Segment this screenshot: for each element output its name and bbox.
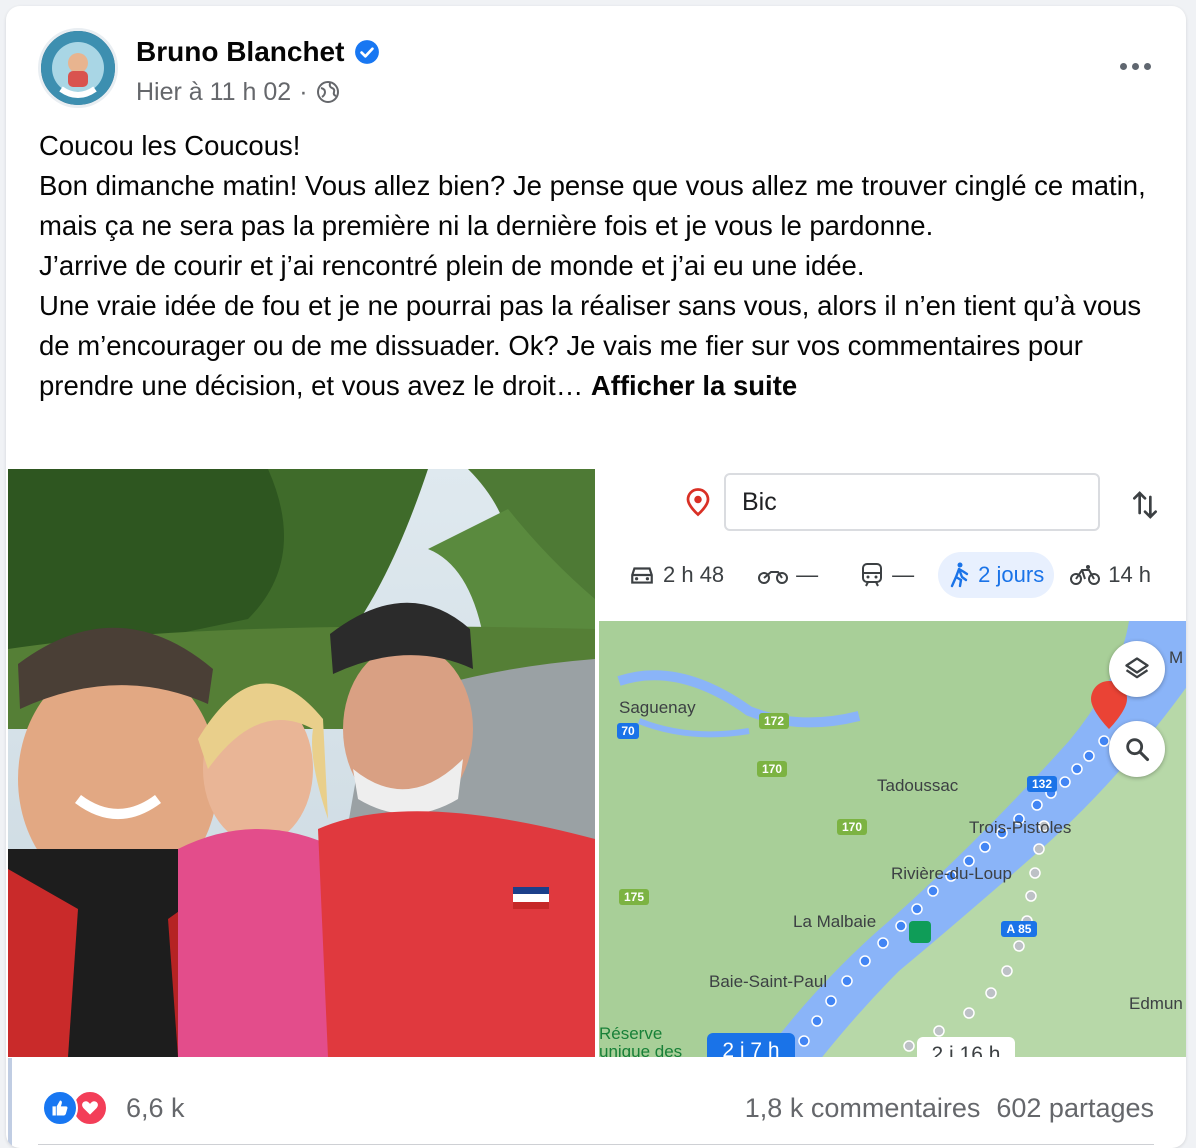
- mode-transit[interactable]: —: [850, 552, 924, 598]
- map-graphic: 70 172 170 170 175 132 A 85 Saguenay Tad…: [599, 621, 1186, 1057]
- comments-count[interactable]: 1,8 k commentaires: [745, 1093, 981, 1124]
- post-paragraph: J’arrive de courir et j’ai rencontré ple…: [39, 250, 865, 281]
- more-options-button[interactable]: [1110, 48, 1160, 84]
- shares-count[interactable]: 602 partages: [996, 1093, 1154, 1124]
- post-photo[interactable]: [8, 469, 595, 1057]
- mode-bicycle[interactable]: 14 h: [1060, 552, 1161, 598]
- transit-icon: [862, 563, 883, 587]
- bicycle-icon: [1070, 565, 1101, 585]
- mode-walking-label: 2 jours: [978, 562, 1045, 587]
- mode-walking[interactable]: 2 jours: [938, 552, 1055, 598]
- highway-172: 172: [764, 714, 784, 728]
- avatar-image: [41, 31, 115, 105]
- route-badge-primary: 2 j 7 h: [722, 1039, 779, 1057]
- place-saguenay: Saguenay: [619, 698, 696, 717]
- footer-accent: [8, 1058, 12, 1148]
- map-view[interactable]: 70 172 170 170 175 132 A 85 Saguenay Tad…: [599, 621, 1186, 1057]
- reactions-summary[interactable]: 6,6 k: [42, 1084, 185, 1132]
- destination-input[interactable]: Bic: [724, 473, 1100, 531]
- highway-170: 170: [762, 762, 782, 776]
- place-riviere-du-loup: Rivière-du-Loup: [891, 864, 1012, 883]
- more-dots-icon: [1119, 62, 1127, 70]
- like-reaction-icon: [42, 1090, 78, 1126]
- post-card: Bruno Blanchet Hier à 11 h 02 · Coucou l…: [6, 6, 1186, 1148]
- engagement-counts: 1,8 k commentaires 602 partages: [745, 1084, 1154, 1132]
- travel-modes: 2 h 48 — — 2 jours 14 h: [619, 551, 1179, 599]
- highway-175: 175: [624, 890, 644, 904]
- place-reserve: Réserve: [599, 1024, 662, 1043]
- post-paragraph: Coucou les Coucous!: [39, 130, 301, 161]
- see-more-link[interactable]: Afficher la suite: [591, 370, 797, 401]
- reaction-count[interactable]: 6,6 k: [126, 1093, 185, 1124]
- place-edmun: Edmun: [1129, 994, 1183, 1013]
- place-m: M: [1169, 648, 1183, 667]
- mode-bicycle-label: 14 h: [1108, 562, 1152, 587]
- mode-car[interactable]: 2 h 48: [619, 552, 734, 598]
- place-la-malbaie: La Malbaie: [793, 912, 876, 931]
- map-search-button[interactable]: [1109, 721, 1165, 777]
- route-badge-alternate: 2 j 16 h: [932, 1043, 1001, 1057]
- place-unique-des: unique des: [599, 1042, 682, 1057]
- selfie-image: [8, 469, 595, 1057]
- post-paragraph: Une vraie idée de fou et je ne pourrai p…: [39, 286, 1169, 406]
- verified-badge-icon: [355, 40, 380, 64]
- post-paragraph: Bon dimanche matin! Vous allez bien? Je …: [39, 170, 1146, 241]
- map-layers-button[interactable]: [1109, 641, 1165, 697]
- author-name[interactable]: Bruno Blanchet: [136, 36, 344, 68]
- meta-separator: ·: [299, 77, 308, 106]
- post-meta: Hier à 11 h 02 ·: [136, 76, 340, 108]
- place-tadoussac: Tadoussac: [877, 776, 959, 795]
- footer-divider: [38, 1144, 1154, 1145]
- layers-icon: [1125, 657, 1149, 679]
- swap-directions-icon[interactable]: [1129, 489, 1161, 521]
- reaction-icons: [42, 1088, 114, 1128]
- mode-motorcycle[interactable]: —: [748, 552, 828, 598]
- car-icon: [631, 567, 653, 584]
- directions-map-screenshot[interactable]: Bic 2 h 48 — — 2 jours 14 h 70 172 170 1…: [597, 469, 1186, 1057]
- place-baie-saint-paul: Baie-Saint-Paul: [709, 972, 827, 991]
- highway-170-b: 170: [842, 820, 862, 834]
- author-avatar[interactable]: [38, 28, 118, 108]
- globe-icon[interactable]: [316, 80, 340, 104]
- highway-70: 70: [621, 724, 635, 738]
- destination-value: Bic: [742, 487, 777, 516]
- highway-132: 132: [1032, 777, 1052, 791]
- mode-car-label: 2 h 48: [663, 562, 725, 587]
- mode-motorcycle-label: —: [796, 562, 819, 587]
- place-trois-pistoles: Trois-Pistoles: [969, 818, 1071, 837]
- post-header: Bruno Blanchet: [136, 34, 380, 70]
- mode-transit-label: —: [892, 562, 915, 587]
- location-pin-icon: [686, 488, 710, 517]
- search-icon: [1126, 738, 1150, 762]
- post-timestamp[interactable]: Hier à 11 h 02: [136, 78, 291, 107]
- post-body: Coucou les Coucous! Bon dimanche matin! …: [39, 126, 1169, 406]
- walking-icon: [950, 562, 969, 588]
- ferry-icon: [909, 921, 931, 943]
- motorcycle-icon: [758, 571, 789, 584]
- highway-a85: A 85: [1007, 922, 1032, 936]
